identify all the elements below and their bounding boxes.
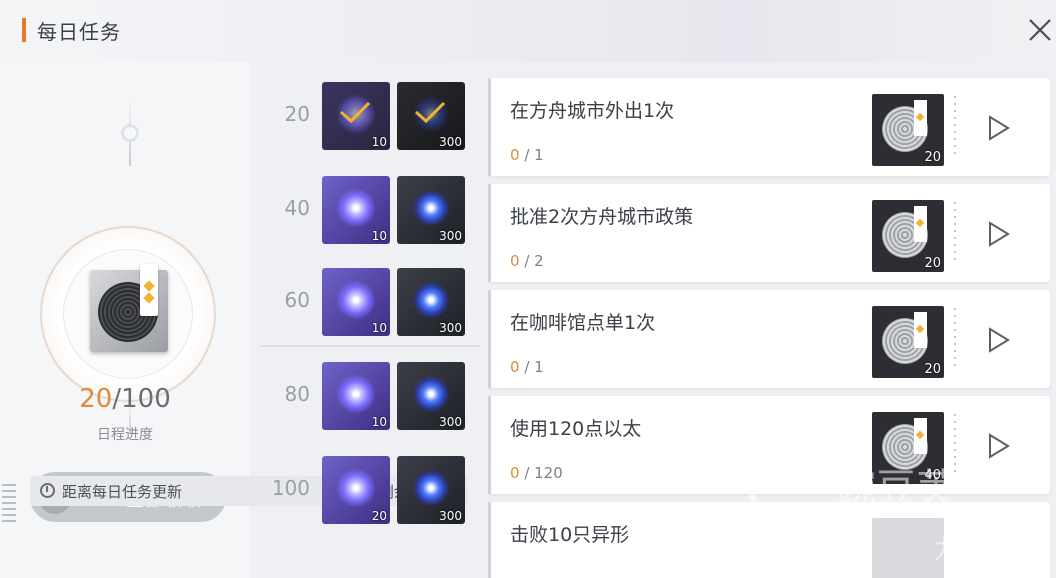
close-button[interactable] (1024, 14, 1056, 46)
milestone-threshold: 100 (271, 476, 310, 500)
milestone-row: 100 20 300 (250, 448, 480, 528)
milestone-row: 40 10 300 (250, 168, 480, 248)
svg-text:豌豆荚: 豌豆荚 (836, 466, 956, 512)
star-reward-item[interactable]: 20 (322, 456, 390, 524)
milestone-threshold: 40 (284, 196, 310, 220)
star-reward-item[interactable]: 10 (322, 82, 390, 150)
task-progress: 0 / 1 (510, 146, 544, 164)
milestone-divider (260, 345, 480, 347)
svg-text:九游: 九游 (934, 535, 986, 565)
milestone-rewards: 20 10 300 40 10 300 60 10 300 80 10 300 … (250, 62, 480, 540)
progress-label: 日程进度 (97, 427, 153, 443)
task-reward-item[interactable]: 20 (872, 94, 944, 166)
title-accent (22, 18, 26, 42)
task-title: 在方舟城市外出1次 (510, 100, 675, 122)
star-reward-item[interactable]: 10 (322, 268, 390, 336)
star-reward-item[interactable]: 10 (322, 362, 390, 430)
box-reward-item[interactable]: 300 (397, 456, 465, 524)
task-card[interactable]: 在方舟城市外出1次 0 / 1 20 (488, 78, 1050, 176)
milestone-threshold: 80 (284, 382, 310, 406)
check-icon (414, 101, 446, 124)
box-reward-item[interactable]: 300 (397, 362, 465, 430)
task-title: 使用120点以太 (510, 418, 642, 440)
milestone-row: 20 10 300 (250, 74, 480, 154)
page-title: 每日任务 (37, 20, 121, 44)
side-grip-lines (2, 484, 16, 522)
go-to-task-button[interactable] (978, 214, 1018, 254)
task-progress: 0 / 1 (510, 358, 544, 376)
record-icon (90, 264, 168, 352)
go-to-task-button[interactable] (978, 320, 1018, 360)
go-to-task-button[interactable] (978, 108, 1018, 148)
task-reward-item[interactable]: 20 (872, 200, 944, 272)
box-reward-item[interactable]: 300 (397, 176, 465, 244)
progress-value: 20/100 (79, 384, 171, 414)
clock-icon (40, 483, 55, 498)
task-title: 批准2次方舟城市政策 (510, 206, 694, 228)
check-icon (339, 101, 371, 124)
header-bar: 每日任务 (0, 0, 1056, 62)
milestone-row: 60 10 300 (250, 260, 480, 340)
play-arrow-icon (989, 115, 1010, 141)
milestone-threshold: 60 (284, 288, 310, 312)
task-title: 在咖啡馆点单1次 (510, 312, 656, 334)
progress-dial (32, 96, 232, 434)
box-reward-item[interactable]: 300 (397, 268, 465, 336)
star-reward-item[interactable]: 10 (322, 176, 390, 244)
task-title: 击败10只异形 (510, 524, 630, 546)
task-card[interactable]: 批准2次方舟城市政策 0 / 2 20 (488, 184, 1050, 282)
box-reward-item[interactable]: 300 (397, 82, 465, 150)
play-arrow-icon (989, 221, 1010, 247)
task-progress: 0 / 2 (510, 252, 544, 270)
close-icon (1029, 19, 1051, 41)
task-progress: 0 / 120 (510, 464, 563, 482)
watermark-logo: 豌豆荚 九游 (723, 438, 986, 565)
milestone-row: 80 10 300 (250, 354, 480, 434)
task-card[interactable]: 在咖啡馆点单1次 0 / 1 20 (488, 290, 1050, 388)
play-arrow-icon (989, 327, 1010, 353)
refresh-timer-label: 距离每日任务更新 (62, 483, 183, 501)
task-reward-item[interactable]: 20 (872, 306, 944, 378)
milestone-threshold: 20 (284, 102, 310, 126)
dial-node-top (121, 124, 139, 142)
